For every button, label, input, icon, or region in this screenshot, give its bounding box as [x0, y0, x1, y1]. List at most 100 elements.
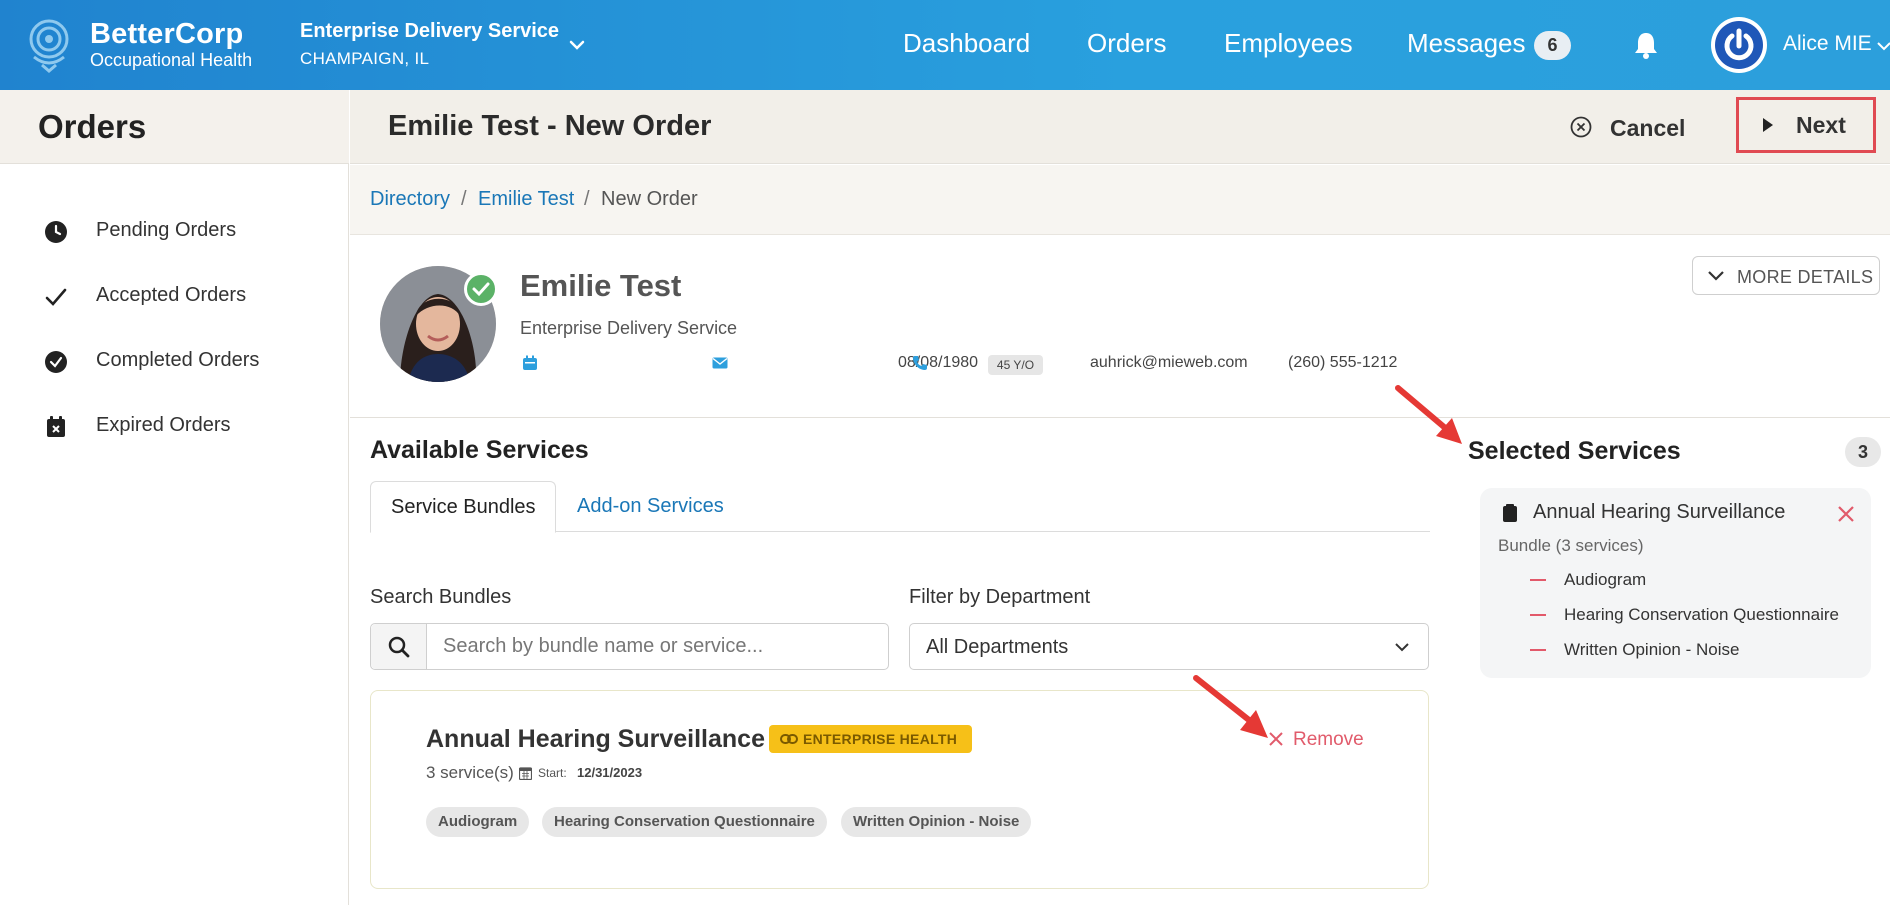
- messages-count-badge: 6: [1534, 31, 1571, 60]
- bell-icon[interactable]: [1632, 30, 1660, 60]
- check-icon: [45, 288, 67, 306]
- cancel-label: Cancel: [1610, 115, 1686, 141]
- sidebar-header: Orders: [0, 90, 349, 164]
- org-switcher-name[interactable]: Enterprise Delivery Service: [300, 20, 559, 43]
- department-filter-select[interactable]: All Departments: [909, 623, 1429, 670]
- remove-bundle-button[interactable]: Remove: [1266, 725, 1376, 755]
- tab-label: Service Bundles: [391, 496, 536, 518]
- sidebar-item-label: Pending Orders: [96, 219, 237, 241]
- avatar-power-icon: [1715, 21, 1763, 69]
- dash-icon: [1530, 649, 1546, 651]
- service-pill: Audiogram: [426, 807, 530, 837]
- nav-messages[interactable]: Messages: [1407, 28, 1526, 59]
- caret-right-icon: [1763, 118, 1773, 132]
- selected-bundle-subtitle: Bundle (3 services): [1498, 536, 1644, 555]
- breadcrumb-current: New Order: [601, 188, 698, 210]
- selected-service-label: Audiogram: [1564, 570, 1647, 589]
- service-pill: Written Opinion - Noise: [841, 807, 1032, 837]
- page-title: Emilie Test - New Order: [388, 110, 712, 142]
- brand-name[interactable]: BetterCorp: [90, 18, 243, 51]
- chevron-down-icon[interactable]: [1876, 38, 1890, 54]
- badge-label: ENTERPRISE HEALTH: [803, 731, 958, 747]
- check-circle-icon: [45, 351, 67, 373]
- search-icon: [388, 636, 410, 658]
- next-button[interactable]: Next: [1736, 97, 1876, 153]
- dash-icon: [1530, 579, 1546, 581]
- sidebar-title: Orders: [38, 108, 147, 145]
- calendar-icon: [519, 767, 532, 780]
- nav-orders[interactable]: Orders: [1087, 28, 1166, 59]
- envelope-icon: [712, 357, 728, 369]
- employee-phone[interactable]: (260) 555-1212: [1288, 354, 1397, 372]
- tab-add-on-services[interactable]: Add-on Services: [558, 481, 748, 533]
- tab-label: Add-on Services: [577, 495, 724, 517]
- page-header: Emilie Test - New Order Cancel Next: [350, 90, 1890, 164]
- nav-employees[interactable]: Employees: [1224, 28, 1353, 59]
- breadcrumb-directory[interactable]: Directory: [370, 188, 450, 211]
- sidebar-item-accepted-orders[interactable]: Accepted Orders: [0, 271, 349, 321]
- bundle-service-count: 3 service(s): [426, 763, 514, 782]
- available-services-title: Available Services: [370, 436, 589, 464]
- search-addon: [371, 624, 427, 669]
- dash-icon: [1530, 614, 1546, 616]
- sidebar-item-expired-orders[interactable]: Expired Orders: [0, 401, 349, 451]
- sidebar-item-label: Completed Orders: [96, 349, 260, 371]
- employee-age-badge: 45 Y/O: [988, 355, 1043, 375]
- bundle-start-label: Start:: [538, 766, 567, 780]
- enterprise-health-badge: ENTERPRISE HEALTH: [769, 725, 972, 753]
- selected-service-item: Audiogram: [1530, 570, 1870, 594]
- close-circle-icon: [1570, 116, 1592, 138]
- service-pill: Hearing Conservation Questionnaire: [542, 807, 827, 837]
- sidebar-item-label: Accepted Orders: [96, 284, 247, 306]
- tab-service-bundles[interactable]: Service Bundles: [370, 481, 556, 533]
- bundle-name: Annual Hearing Surveillance: [426, 725, 765, 753]
- selected-service-label: Written Opinion - Noise: [1564, 640, 1740, 659]
- selected-services-title: Selected Services: [1468, 437, 1681, 465]
- employee-name: Emilie Test: [520, 268, 682, 303]
- top-navbar: BetterCorp Occupational Health Enterpris…: [0, 0, 1890, 90]
- org-switcher-location[interactable]: CHAMPAIGN, IL: [300, 49, 429, 69]
- bettercorp-logo-icon[interactable]: [24, 17, 74, 73]
- department-filter-value: All Departments: [926, 636, 1069, 658]
- user-avatar[interactable]: [1711, 17, 1767, 73]
- chevron-down-icon: [1395, 643, 1409, 652]
- next-label: Next: [1796, 112, 1846, 138]
- breadcrumb-separator: /: [461, 188, 467, 210]
- search-bundles-input[interactable]: [429, 625, 884, 668]
- breadcrumb-employee[interactable]: Emilie Test: [478, 188, 574, 211]
- selected-service-item: Hearing Conservation Questionnaire: [1530, 605, 1870, 629]
- selected-bundle-card: Annual Hearing Surveillance Bundle (3 se…: [1480, 488, 1871, 678]
- chevron-down-icon[interactable]: [566, 34, 588, 56]
- breadcrumb-separator: /: [584, 188, 590, 210]
- brand-subtitle: Occupational Health: [90, 50, 253, 70]
- verified-check-icon: [464, 272, 498, 306]
- employee-email[interactable]: auhrick@mieweb.com: [1090, 354, 1248, 372]
- more-details-button[interactable]: MORE DETAILS: [1692, 256, 1880, 295]
- employee-organization: Enterprise Delivery Service: [520, 318, 738, 338]
- phone-icon: [913, 356, 927, 370]
- sidebar-item-pending-orders[interactable]: Pending Orders: [0, 206, 349, 256]
- sidebar-item-label: Expired Orders: [96, 414, 231, 436]
- sidebar: Orders Pending Orders Accepted Orders Co…: [0, 90, 349, 905]
- more-details-label: MORE DETAILS: [1737, 267, 1874, 287]
- selected-service-item: Written Opinion - Noise: [1530, 640, 1870, 664]
- user-name[interactable]: Alice MIE: [1783, 32, 1872, 56]
- selected-bundle-name: Annual Hearing Surveillance: [1533, 501, 1786, 523]
- clock-icon: [45, 221, 67, 243]
- filter-department-label: Filter by Department: [909, 586, 1091, 608]
- calendar-x-icon: [47, 416, 65, 437]
- calendar-icon: [523, 355, 537, 370]
- remove-selected-icon[interactable]: [1837, 505, 1855, 523]
- bundle-start-date: 12/31/2023: [577, 765, 643, 780]
- sidebar-item-completed-orders[interactable]: Completed Orders: [0, 336, 349, 386]
- nav-dashboard[interactable]: Dashboard: [903, 28, 1030, 59]
- annotation-arrow-icon: [1395, 385, 1462, 444]
- selected-services-count: 3: [1845, 437, 1881, 467]
- cancel-button[interactable]: Cancel: [1560, 104, 1710, 150]
- annotation-arrow-icon: [1193, 675, 1268, 738]
- clipboard-icon: [1503, 504, 1517, 522]
- remove-label: Remove: [1293, 729, 1364, 750]
- breadcrumb: Directory / Emilie Test / New Order: [350, 165, 1890, 235]
- chevron-down-icon: [1708, 271, 1724, 281]
- employee-dob: 08/08/1980: [898, 354, 979, 371]
